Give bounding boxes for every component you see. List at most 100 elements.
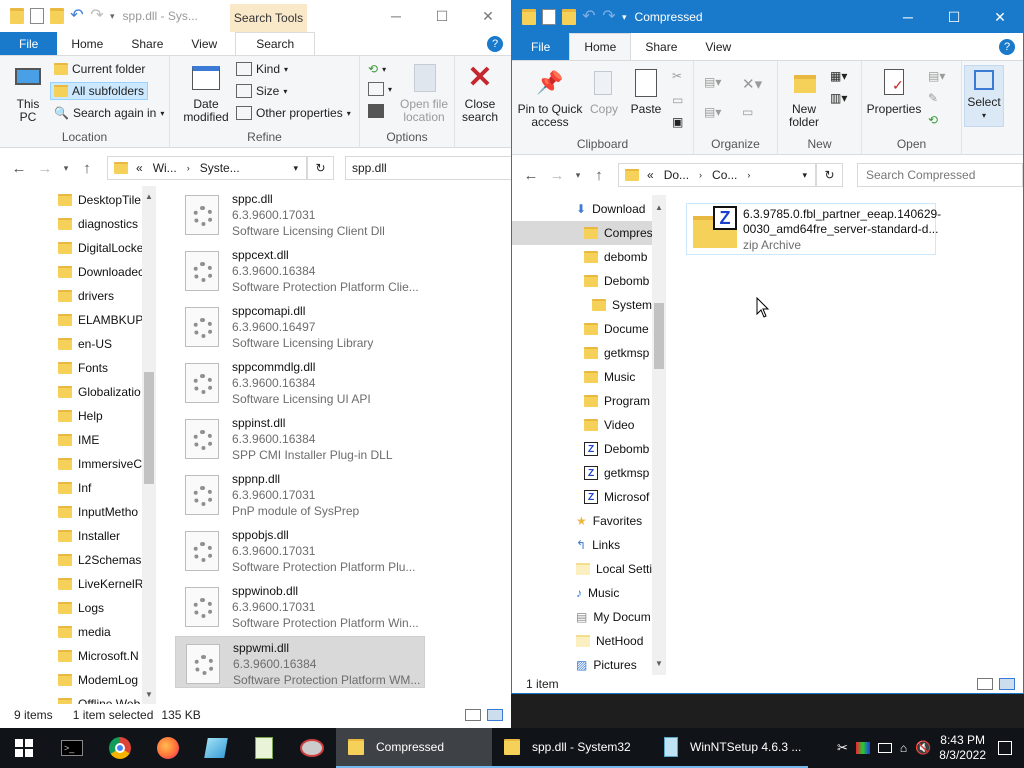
nav-item[interactable]: Downloadec xyxy=(58,260,144,284)
search-again-in-button[interactable]: 🔍 Search again in ▾ xyxy=(54,106,164,120)
tab-home[interactable]: Home xyxy=(569,33,632,60)
refresh-button[interactable]: ↻ xyxy=(307,156,334,180)
tray-usb-icon[interactable]: ⌂ xyxy=(900,741,907,755)
properties-icon[interactable] xyxy=(30,8,44,24)
file-item[interactable]: sppcommdlg.dll 6.3.9600.16384 Software Lic… xyxy=(175,356,425,408)
file-item[interactable]: sppcext.dll 6.3.9600.16384 Software Protec… xyxy=(175,244,425,296)
tray-monitor-icon[interactable] xyxy=(877,743,892,753)
nav-item[interactable]: Music xyxy=(584,365,635,389)
taskbar-app-winntsetup[interactable]: WinNTSetup 4.6.3 ... xyxy=(652,728,808,768)
nav-item[interactable]: LiveKernelR xyxy=(58,572,143,596)
back-button[interactable]: ← xyxy=(6,160,32,177)
recent-searches-icon[interactable]: ⟲ ▾ xyxy=(368,62,386,76)
tab-file[interactable]: File xyxy=(0,32,58,55)
scroll-down-icon[interactable]: ▼ xyxy=(652,657,666,671)
chevron-right-icon[interactable]: › xyxy=(699,170,702,180)
file-item[interactable]: sppnp.dll 6.3.9600.17031 PnP module of Sys… xyxy=(175,468,425,520)
nav-item[interactable]: Logs xyxy=(58,596,104,620)
nav-item[interactable]: drivers xyxy=(58,284,114,308)
close-button[interactable]: ✕ xyxy=(465,0,511,32)
nav-scrollbar[interactable]: ▲ ▼ xyxy=(142,186,156,704)
scroll-up-icon[interactable]: ▲ xyxy=(142,190,156,204)
nav-item[interactable]: ▨ Pictures xyxy=(576,653,637,675)
pin-to-quick-access-button[interactable]: 📌 Pin to Quick access xyxy=(516,67,584,129)
open-icon[interactable]: ▤▾ xyxy=(928,69,945,83)
scroll-up-icon[interactable]: ▲ xyxy=(652,201,666,215)
notepad-icon[interactable] xyxy=(240,728,288,768)
new-item-icon[interactable]: ▦▾ xyxy=(830,69,847,83)
firefox-icon[interactable] xyxy=(144,728,192,768)
forward-button[interactable]: → xyxy=(544,167,570,184)
nav-item[interactable]: ↰ Links xyxy=(576,533,620,557)
maximize-button[interactable]: ☐ xyxy=(931,1,977,33)
nav-item[interactable]: Fonts xyxy=(58,356,108,380)
file-item[interactable]: sppc.dll 6.3.9600.17031 Software Licensing… xyxy=(175,188,425,240)
nav-item[interactable]: ▤ My Docum xyxy=(576,605,651,629)
breadcrumb-downloads[interactable]: Do... xyxy=(664,168,689,182)
nav-item[interactable]: media xyxy=(58,620,111,644)
this-pc-button[interactable]: This PC xyxy=(10,62,46,124)
file-item[interactable]: sppinst.dll 6.3.9600.16384 SPP CMI Install… xyxy=(175,412,425,464)
nav-item[interactable]: ModemLog xyxy=(58,668,138,692)
nav-item[interactable]: Compres xyxy=(512,221,653,245)
nav-item[interactable]: Globalizatio xyxy=(58,380,141,404)
scroll-thumb[interactable] xyxy=(654,303,664,369)
start-button[interactable] xyxy=(0,728,48,768)
tab-share[interactable]: Share xyxy=(631,33,691,60)
notifications-icon[interactable] xyxy=(998,741,1012,755)
details-view-icon[interactable] xyxy=(977,678,993,690)
delete-icon[interactable]: ✕▾ xyxy=(742,75,762,93)
cut-icon[interactable]: ✂ xyxy=(672,69,682,83)
taskbar-app-compressed[interactable]: Compressed xyxy=(336,728,492,768)
paste-shortcut-icon[interactable]: ▣ xyxy=(672,115,683,129)
properties-icon[interactable] xyxy=(542,9,556,25)
chevron-down-icon[interactable]: ▾ xyxy=(293,163,298,174)
nav-item[interactable]: ♪ Music xyxy=(576,581,619,605)
nav-item[interactable]: Zgetkmsp xyxy=(584,461,649,485)
chrome-icon[interactable] xyxy=(96,728,144,768)
app-icon[interactable] xyxy=(192,728,240,768)
nav-item[interactable]: Docume xyxy=(584,317,649,341)
nav-item[interactable]: ⬇ Download xyxy=(576,197,645,221)
tab-home[interactable]: Home xyxy=(57,32,117,55)
redo-icon[interactable]: ↷ xyxy=(90,8,104,24)
forward-button[interactable]: → xyxy=(32,160,58,177)
current-folder-button[interactable]: Current folder xyxy=(54,62,145,76)
help-icon[interactable]: ? xyxy=(999,39,1015,55)
maximize-button[interactable]: ☐ xyxy=(419,0,465,32)
nav-item[interactable]: ELAMBKUP xyxy=(58,308,143,332)
minimize-button[interactable]: ─ xyxy=(373,0,419,32)
scroll-thumb[interactable] xyxy=(144,372,154,484)
help-icon[interactable]: ? xyxy=(487,36,503,52)
close-search-button[interactable]: ✕ Close search xyxy=(458,62,502,124)
nav-item[interactable]: diagnostics xyxy=(58,212,138,236)
search-input[interactable]: Search Compressed xyxy=(857,163,1023,187)
tiles-view-icon[interactable] xyxy=(487,709,503,721)
back-button[interactable]: ← xyxy=(518,167,544,184)
new-folder-icon[interactable] xyxy=(562,9,576,25)
up-button[interactable]: ↑ xyxy=(74,160,100,177)
file-item-zip[interactable]: Z 6.3.9785.0.fbl_partner_eeap.140629- 00… xyxy=(686,203,941,255)
tab-view[interactable]: View xyxy=(177,32,231,55)
address-bar[interactable]: « Do... › Co... › ▾ xyxy=(618,163,816,187)
chevron-down-icon[interactable]: ▾ xyxy=(802,170,807,181)
nav-item[interactable]: Z Microsof xyxy=(584,485,649,509)
tab-share[interactable]: Share xyxy=(117,32,177,55)
kind-button[interactable]: Kind ▾ xyxy=(236,62,288,76)
select-button[interactable]: Select ▾ xyxy=(964,65,1004,127)
breadcrumb-overflow-icon[interactable]: « xyxy=(647,168,654,182)
nav-item[interactable]: L2Schemas xyxy=(58,548,141,572)
chevron-down-icon[interactable]: ▾ xyxy=(110,11,115,22)
scroll-down-icon[interactable]: ▼ xyxy=(142,688,156,702)
size-button[interactable]: Size ▾ xyxy=(236,84,287,98)
nav-scrollbar[interactable]: ▲ ▼ xyxy=(652,195,666,675)
open-file-location-button[interactable]: Open file location xyxy=(394,62,454,124)
breadcrumb-overflow-icon[interactable]: « xyxy=(136,161,143,175)
easy-access-icon[interactable]: ▥▾ xyxy=(830,91,847,105)
file-item[interactable]: sppwmi.dll 6.3.9600.16384 Software Protect… xyxy=(175,636,425,688)
nav-item[interactable]: System xyxy=(592,293,652,317)
nav-item[interactable]: Inf xyxy=(58,476,91,500)
nav-item[interactable]: Offline Web xyxy=(58,692,140,704)
tray-color-icon[interactable] xyxy=(855,742,870,754)
minimize-button[interactable]: ─ xyxy=(885,1,931,33)
